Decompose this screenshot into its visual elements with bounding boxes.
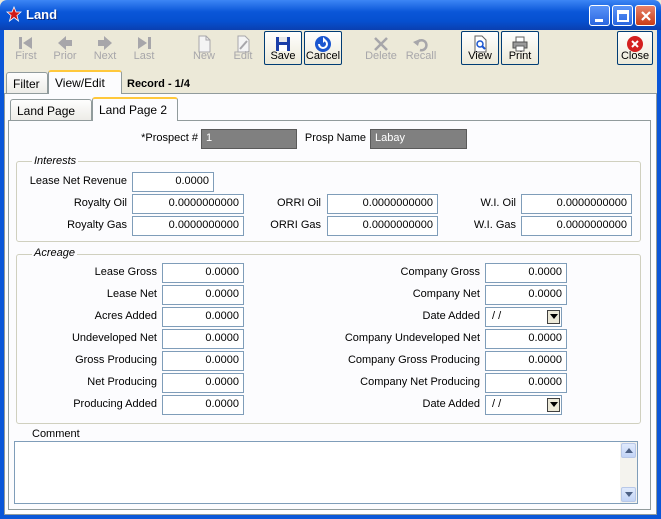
- prospect-number-field[interactable]: 1: [201, 129, 297, 149]
- gross-producing-field[interactable]: 0.0000: [162, 351, 244, 371]
- app-star-icon: [5, 5, 23, 23]
- company-net-field[interactable]: 0.0000: [485, 285, 567, 305]
- date-added-dropdown-2[interactable]: [547, 398, 560, 412]
- royalty-oil-field[interactable]: 0.0000000000: [132, 194, 244, 214]
- prior-button[interactable]: Prior: [46, 31, 84, 65]
- next-arrow-icon: [98, 36, 112, 50]
- lease-net-revenue-field[interactable]: 0.0000: [132, 172, 214, 192]
- interests-title: Interests: [32, 155, 79, 167]
- title-bar[interactable]: [0, 0, 661, 30]
- undeveloped-net-label: Undeveloped Net: [71, 332, 157, 344]
- gross-producing-label: Gross Producing: [75, 354, 157, 366]
- company-gross-producing-field[interactable]: 0.0000: [485, 351, 567, 371]
- record-indicator: Record - 1/4: [127, 78, 190, 90]
- orri-gas-field[interactable]: 0.0000000000: [327, 216, 438, 236]
- view-button[interactable]: View: [461, 31, 499, 65]
- prior-arrow-icon: [58, 36, 72, 50]
- new-button[interactable]: New: [186, 31, 222, 65]
- delete-button[interactable]: Delete: [362, 31, 400, 65]
- first-icon: [19, 37, 32, 49]
- net-producing-label: Net Producing: [87, 376, 157, 388]
- orri-oil-field[interactable]: 0.0000000000: [327, 194, 438, 214]
- company-net-producing-field[interactable]: 0.0000: [485, 373, 567, 393]
- producing-added-label: Producing Added: [73, 398, 157, 410]
- orri-oil-label: ORRI Oil: [277, 197, 321, 209]
- royalty-oil-label: Royalty Oil: [73, 197, 127, 209]
- wi-gas-field[interactable]: 0.0000000000: [521, 216, 632, 236]
- lease-net-revenue-label: Lease Net Revenue: [29, 175, 127, 187]
- company-net-label: Company Net: [412, 288, 480, 300]
- acreage-title: Acreage: [32, 247, 77, 259]
- wi-oil-field[interactable]: 0.0000000000: [521, 194, 632, 214]
- edit-button[interactable]: Edit: [225, 31, 261, 65]
- window-frame-bottom: [0, 515, 661, 519]
- tab-view-edit[interactable]: View/Edit: [48, 70, 122, 94]
- chevron-down-icon: [550, 314, 558, 319]
- scroll-up-button[interactable]: [621, 443, 636, 458]
- royalty-gas-label: Royalty Gas: [67, 219, 127, 231]
- last-button[interactable]: Last: [126, 31, 162, 65]
- tab-land-page-1[interactable]: Land Page 1: [10, 99, 92, 132]
- lease-net-label: Lease Net: [106, 288, 157, 300]
- print-button[interactable]: Print: [501, 31, 539, 65]
- last-icon: [138, 37, 151, 49]
- comment-label: Comment: [32, 428, 80, 440]
- royalty-gas-field[interactable]: 0.0000000000: [132, 216, 244, 236]
- scroll-down-button[interactable]: [621, 487, 636, 502]
- company-gross-field[interactable]: 0.0000: [485, 263, 567, 283]
- wi-oil-label: W.I. Oil: [480, 197, 516, 209]
- acres-added-field[interactable]: 0.0000: [162, 307, 244, 327]
- producing-added-field[interactable]: 0.0000: [162, 395, 244, 415]
- prosp-name-field[interactable]: Labay: [370, 129, 467, 149]
- date-added-dropdown-1[interactable]: [547, 310, 560, 324]
- net-producing-field[interactable]: 0.0000: [162, 373, 244, 393]
- comment-textarea[interactable]: [14, 441, 638, 504]
- company-gross-label: Company Gross: [400, 266, 480, 278]
- acres-added-label: Acres Added: [94, 310, 157, 322]
- first-button[interactable]: First: [8, 31, 44, 65]
- company-gross-producing-label: Company Gross Producing: [347, 354, 480, 366]
- maximize-button[interactable]: [612, 5, 633, 26]
- lease-gross-field[interactable]: 0.0000: [162, 263, 244, 283]
- close-button[interactable]: Close: [617, 31, 653, 65]
- chevron-down-icon: [625, 492, 633, 497]
- prospect-label: *Prospect #: [141, 132, 198, 144]
- window-frame-right: [657, 30, 661, 519]
- company-undeveloped-net-label: Company Undeveloped Net: [344, 332, 480, 344]
- chevron-down-icon: [550, 402, 558, 407]
- date-added-label-1: Date Added: [422, 310, 481, 322]
- wi-gas-label: W.I. Gas: [473, 219, 516, 231]
- orri-gas-label: ORRI Gas: [270, 219, 321, 231]
- company-net-producing-label: Company Net Producing: [360, 376, 480, 388]
- chevron-up-icon: [625, 448, 633, 453]
- minimize-button[interactable]: [589, 5, 610, 26]
- tab-filter[interactable]: Filter: [6, 72, 48, 94]
- tab-land-page-2[interactable]: Land Page 2: [92, 97, 178, 121]
- date-added-label-2: Date Added: [422, 398, 481, 410]
- cancel-button[interactable]: Cancel: [304, 31, 342, 65]
- next-button[interactable]: Next: [86, 31, 124, 65]
- window-close-button[interactable]: [635, 5, 656, 26]
- company-undeveloped-net-field[interactable]: 0.0000: [485, 329, 567, 349]
- save-button[interactable]: Save: [264, 31, 302, 65]
- prosp-name-label: Prosp Name: [304, 132, 366, 144]
- lease-gross-label: Lease Gross: [94, 266, 157, 278]
- lease-net-field[interactable]: 0.0000: [162, 285, 244, 305]
- undeveloped-net-field[interactable]: 0.0000: [162, 329, 244, 349]
- window-title: Land: [26, 7, 58, 22]
- recall-button[interactable]: Recall: [402, 31, 440, 65]
